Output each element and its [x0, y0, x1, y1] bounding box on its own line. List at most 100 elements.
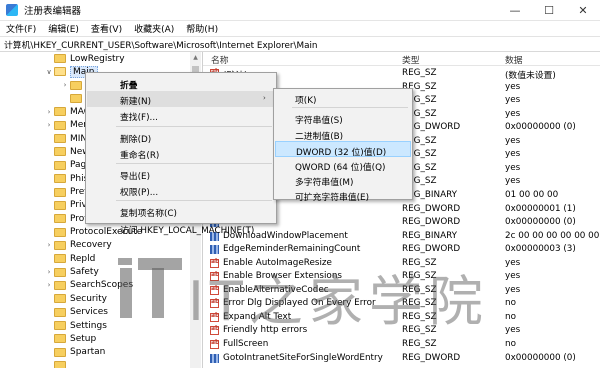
- column-data-header[interactable]: 数据: [505, 53, 523, 66]
- close-button[interactable]: ✕: [566, 0, 600, 20]
- tree-node[interactable]: Settings: [44, 319, 107, 332]
- string-value-icon: [210, 312, 219, 322]
- menu-help[interactable]: 帮助(H): [180, 22, 224, 35]
- value-data: yes: [505, 257, 521, 268]
- title-bar: 注册表编辑器 — ☐ ✕: [0, 0, 600, 21]
- menu-edit[interactable]: 编辑(E): [42, 22, 85, 35]
- tree-node[interactable]: Pref: [44, 186, 87, 199]
- value-row[interactable]: Enable Browser Extensions REG_SZ yes: [203, 270, 600, 283]
- folder-icon: [54, 67, 66, 77]
- submenu-item[interactable]: 项(K): [275, 90, 411, 106]
- value-row[interactable]: GotoIntranetSiteForSingleWordEntry REG_DW…: [203, 352, 600, 365]
- tree-node[interactable]: Prot: [44, 212, 88, 225]
- folder-icon: [54, 227, 66, 237]
- folder-icon: [54, 200, 66, 210]
- value-type: REG_SZ: [402, 271, 437, 282]
- submenu-item-label: 二进制值(B): [295, 131, 344, 142]
- context-menu-item[interactable]: 权限(P)...: [87, 182, 275, 198]
- chevron-down-icon[interactable]: ∨: [44, 68, 54, 76]
- tree-node-label: Setup: [70, 333, 97, 344]
- submenu-item[interactable]: DWORD (32 位)值(D): [275, 141, 411, 158]
- value-data: yes: [505, 271, 521, 282]
- address-path[interactable]: 计算机\HKEY_CURRENT_USER\Software\Microsoft…: [0, 38, 318, 51]
- tree-node[interactable]: Repld: [44, 252, 95, 265]
- submenu-item-label: 项(K): [295, 96, 317, 106]
- context-menu-item[interactable]: 访问 HKEY_LOCAL_MACHINE(T): [87, 220, 275, 236]
- tree-node[interactable]: Priv: [44, 199, 87, 212]
- folder-icon: [54, 267, 66, 277]
- chevron-right-icon[interactable]: ›: [44, 268, 54, 276]
- value-row[interactable]: Friendly http errors REG_SZ yes: [203, 324, 600, 337]
- value-row[interactable]: EnableAlternativeCodec REG_SZ yes: [203, 284, 600, 297]
- tree-node[interactable]: Setup: [44, 332, 96, 345]
- tree-node[interactable]: MINI: [44, 132, 90, 145]
- context-menu-item[interactable]: 复制项名称(C): [87, 203, 275, 219]
- string-value-icon: [210, 285, 219, 295]
- tree-node[interactable]: › MAO: [44, 105, 91, 118]
- context-menu-item[interactable]: 导出(E): [87, 166, 275, 182]
- submenu-item-label: QWORD (64 位)值(Q): [295, 162, 386, 173]
- tree-node[interactable]: › Recovery: [44, 239, 112, 252]
- chevron-right-icon[interactable]: ›: [44, 108, 54, 116]
- folder-icon: [54, 321, 66, 330]
- folder-icon: [70, 80, 82, 90]
- menu-view[interactable]: 查看(V): [85, 22, 128, 35]
- tree-node[interactable]: Pag: [44, 159, 86, 172]
- value-row[interactable]: Error Dlg Displayed On Every Error REG_SZ…: [203, 297, 600, 310]
- scroll-up-icon[interactable]: ▲: [190, 52, 201, 63]
- column-type-header[interactable]: 类型: [402, 53, 420, 66]
- value-name: GotoIntranetSiteForSingleWordEntry: [223, 352, 383, 363]
- submenu-item[interactable]: 字符串值(S): [275, 110, 411, 126]
- tree-node[interactable]: › Safety: [44, 266, 99, 279]
- submenu-item[interactable]: 多字符串值(M): [275, 172, 411, 188]
- submenu-item[interactable]: 可扩充字符串值(E): [275, 187, 411, 203]
- context-menu-item-label: 复制项名称(C): [120, 209, 177, 220]
- tree-node[interactable]: Security: [44, 292, 107, 305]
- value-type: REG_SZ: [402, 257, 437, 268]
- chevron-right-icon[interactable]: ›: [60, 81, 70, 89]
- window-title: 注册表编辑器: [24, 6, 82, 17]
- value-name: Expand Alt Text: [223, 311, 292, 322]
- submenu-item[interactable]: 二进制值(B): [275, 126, 411, 142]
- value-type: REG_SZ: [402, 325, 437, 336]
- chevron-right-icon[interactable]: ›: [44, 241, 54, 249]
- value-row[interactable]: Expand Alt Text REG_SZ no: [203, 311, 600, 324]
- context-menu-item[interactable]: 重命名(R): [87, 145, 275, 161]
- tree-node[interactable]: Phis: [44, 172, 88, 185]
- context-menu-item[interactable]: 新建(N) ›: [87, 91, 275, 108]
- value-row[interactable]: FullScreen REG_SZ no: [203, 338, 600, 351]
- window-controls: — ☐ ✕: [498, 0, 600, 20]
- tree-node-label: SearchScopes: [70, 280, 134, 291]
- value-data: (数值未设置): [505, 71, 556, 81]
- value-name: Friendly http errors: [223, 325, 308, 336]
- minimize-button[interactable]: —: [498, 0, 532, 20]
- folder-icon: [54, 174, 66, 184]
- maximize-button[interactable]: ☐: [532, 0, 566, 20]
- context-menu-item-label: 查找(F)...: [120, 113, 158, 124]
- tree-node[interactable]: Spartan: [44, 346, 105, 359]
- value-data: yes: [505, 95, 521, 106]
- chevron-right-icon[interactable]: ›: [44, 121, 54, 129]
- tree-node[interactable]: [44, 359, 70, 368]
- tree-node-label: Safety: [70, 267, 99, 278]
- tree-node[interactable]: › Mer: [44, 119, 87, 132]
- menu-favorites[interactable]: 收藏夹(A): [128, 22, 180, 35]
- submenu-item-label: 字符串值(S): [295, 116, 343, 127]
- value-row[interactable]: EdgeReminderRemainingCount REG_DWORD 0x000…: [203, 243, 600, 256]
- tree-node[interactable]: › SearchScopes: [44, 279, 133, 292]
- context-menu-item[interactable]: 查找(F)...: [87, 107, 275, 123]
- tree-node[interactable]: Services: [44, 306, 108, 319]
- chevron-right-icon[interactable]: ›: [44, 281, 54, 289]
- new-submenu: 项(K) 字符串值(S) 二进制值(B) DWORD (32 位)值(D) QWORD …: [273, 88, 413, 203]
- value-row[interactable]: Enable AutoImageResize REG_SZ yes: [203, 257, 600, 270]
- address-bar[interactable]: 计算机\HKEY_CURRENT_USER\Software\Microsoft…: [0, 37, 600, 52]
- submenu-item[interactable]: QWORD (64 位)值(Q): [275, 157, 411, 173]
- context-menu-item-label: 权限(P)...: [120, 188, 159, 199]
- binary-value-icon: [210, 353, 219, 363]
- tree-node[interactable]: New: [44, 145, 90, 158]
- tree-node[interactable]: LowRegistry: [44, 52, 125, 65]
- menu-file[interactable]: 文件(F): [0, 22, 42, 35]
- context-menu-item[interactable]: 删除(D): [87, 129, 275, 145]
- column-name-header[interactable]: 名称: [211, 53, 229, 66]
- context-menu-item[interactable]: 折叠: [87, 75, 275, 91]
